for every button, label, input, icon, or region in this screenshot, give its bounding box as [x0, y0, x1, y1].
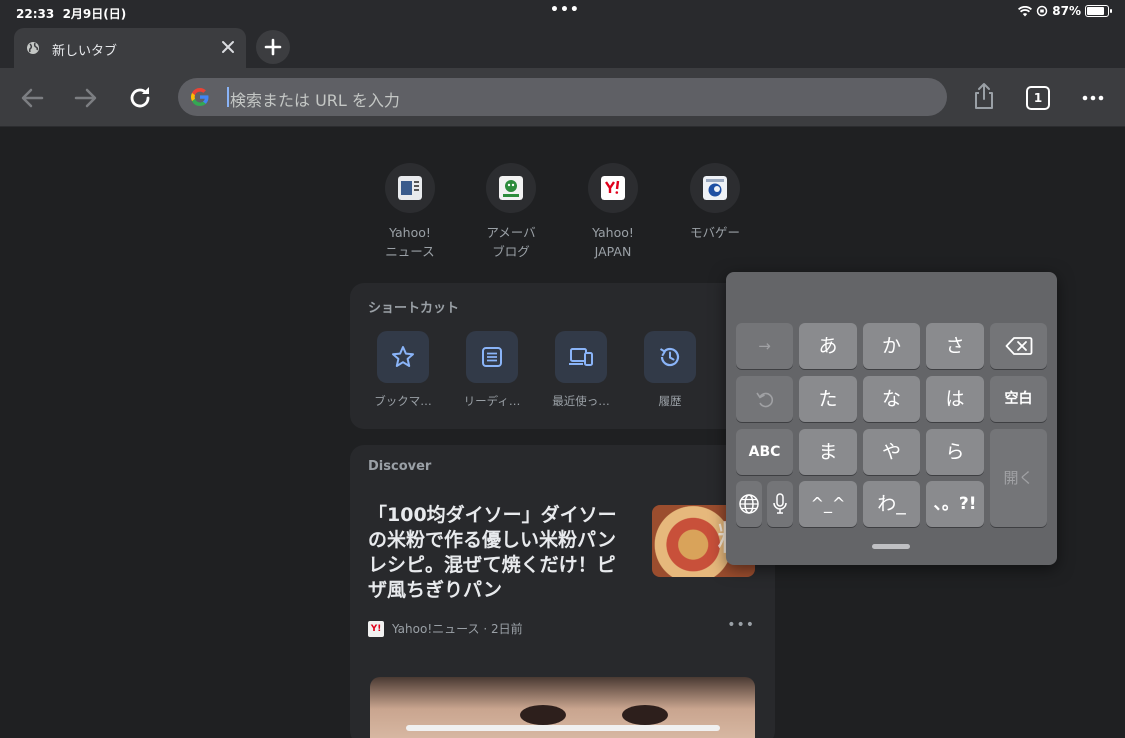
floating-keyboard: → あ か さ た な は 空白 ABC ま や ら 開く ^_^ わ_ 、。?… — [726, 272, 1057, 565]
forward-arrow-icon[interactable] — [71, 83, 101, 113]
reload-icon[interactable] — [125, 83, 155, 113]
key-space[interactable]: 空白 — [990, 376, 1047, 422]
tile-icon-circle — [486, 163, 536, 213]
ameba-icon — [499, 176, 523, 200]
more-menu-icon[interactable] — [1078, 83, 1108, 113]
new-tab-button[interactable] — [256, 30, 290, 64]
key-undo[interactable] — [736, 376, 793, 422]
reading-list-icon — [482, 347, 502, 367]
shortcut-icon-bg — [466, 331, 518, 383]
undo-icon — [755, 392, 773, 408]
shortcut-history[interactable]: 履歴 — [626, 331, 714, 409]
tile-label: Yahoo! ニュース — [385, 225, 435, 259]
status-time: 22:33 2月9日(日) — [16, 7, 127, 21]
photo-detail — [622, 705, 668, 725]
key-backspace[interactable] — [990, 323, 1047, 369]
google-g-icon — [191, 88, 209, 106]
key-globe[interactable] — [736, 481, 762, 527]
tile-icon-circle — [385, 163, 435, 213]
key-punctuation[interactable]: 、。?! — [926, 481, 984, 527]
yahoo-source-icon: Y! — [368, 620, 384, 637]
globe-icon — [739, 494, 759, 514]
back-arrow-icon[interactable] — [17, 83, 47, 113]
key-kaomoji[interactable]: ^_^ — [799, 481, 857, 527]
shortcut-label: 履歴 — [658, 394, 682, 408]
shortcut-reading-list[interactable]: リーディ… — [448, 331, 536, 409]
battery-icon — [1085, 5, 1112, 17]
tile-label: モバゲー — [689, 225, 740, 240]
shortcuts-title: ショートカット — [368, 301, 460, 316]
article-headline[interactable]: 「100均ダイソー」ダイソーの米粉で作る優しい米粉パンレシピ。混ぜて焼くだけ！ピ… — [368, 503, 630, 603]
key-wa[interactable]: わ_ — [863, 481, 920, 527]
tile-yahoo-japan[interactable]: Yahoo! JAPAN — [563, 163, 663, 261]
key-ya[interactable]: や — [863, 429, 920, 475]
tab-strip: 新しいタブ — [0, 24, 1125, 68]
toolbar: 検索または URL を入力 1 — [0, 68, 1125, 127]
home-indicator[interactable] — [406, 725, 720, 731]
yahoo-japan-icon — [601, 176, 625, 200]
star-icon — [392, 346, 414, 367]
mobage-icon — [703, 176, 727, 200]
tab-title: 新しいタブ — [52, 44, 118, 59]
globe-icon — [27, 42, 39, 54]
tile-ameba-blog[interactable]: アメーバ ブログ — [461, 163, 561, 261]
photo-detail — [520, 705, 566, 725]
omnibox[interactable]: 検索または URL を入力 — [178, 78, 947, 116]
article-source: Y! Yahoo!ニュース · 2日前 — [368, 620, 523, 637]
text-caret — [227, 87, 229, 107]
backspace-icon — [1005, 337, 1032, 355]
close-icon[interactable] — [218, 37, 238, 57]
key-ha[interactable]: は — [926, 376, 984, 422]
share-icon[interactable] — [969, 81, 999, 111]
key-abc[interactable]: ABC — [736, 429, 793, 475]
status-right: 87% — [1018, 4, 1112, 18]
shortcut-label: 最近使っ… — [552, 394, 610, 408]
orientation-lock-icon — [1037, 5, 1048, 17]
shortcut-icon-bg — [555, 331, 607, 383]
tile-label: アメーバ ブログ — [486, 225, 536, 259]
shortcut-bookmarks[interactable]: ブックマ… — [359, 331, 447, 409]
wifi-icon — [1018, 5, 1033, 16]
key-ta[interactable]: た — [799, 376, 857, 422]
tile-icon-circle — [690, 163, 740, 213]
yahoo-news-icon — [398, 176, 422, 200]
shortcut-icon-bg — [644, 331, 696, 383]
key-dictation[interactable] — [767, 481, 793, 527]
devices-icon — [569, 348, 593, 366]
multitasking-dots[interactable]: ••• — [550, 2, 580, 18]
source-text: Yahoo!ニュース · 2日前 — [392, 622, 523, 636]
key-ka[interactable]: か — [863, 323, 920, 369]
plus-icon — [264, 38, 282, 56]
key-ra[interactable]: ら — [926, 429, 984, 475]
key-a[interactable]: あ — [799, 323, 857, 369]
key-next[interactable]: → — [736, 323, 793, 369]
article-more-button[interactable]: ••• — [727, 617, 755, 633]
tab-switcher-button[interactable]: 1 — [1026, 86, 1050, 110]
omnibox-placeholder: 検索または URL を入力 — [230, 91, 400, 110]
microphone-icon — [773, 493, 787, 514]
shortcut-icon-bg — [377, 331, 429, 383]
key-ma[interactable]: ま — [799, 429, 857, 475]
key-sa[interactable]: さ — [926, 323, 984, 369]
shortcut-label: ブックマ… — [374, 394, 432, 408]
history-icon — [659, 347, 680, 367]
battery-fill — [1087, 7, 1105, 15]
key-na[interactable]: な — [863, 376, 920, 422]
battery-percent: 87% — [1052, 4, 1081, 18]
key-open[interactable]: 開く — [990, 429, 1047, 527]
tab-new-tab[interactable]: 新しいタブ — [14, 28, 246, 68]
discover-feed: Discover 「100均ダイソー」ダイソーの米粉で作る優しい米粉パンレシピ。… — [350, 445, 775, 738]
tile-mobage[interactable]: モバゲー — [665, 163, 765, 242]
shortcut-recent-tabs[interactable]: 最近使っ… — [537, 331, 625, 409]
status-bar: 22:33 2月9日(日) ••• 87% — [0, 0, 1125, 24]
tile-icon-circle — [588, 163, 638, 213]
shortcut-label: リーディ… — [463, 394, 521, 408]
tile-yahoo-news[interactable]: Yahoo! ニュース — [360, 163, 460, 261]
keyboard-drag-handle[interactable] — [872, 544, 910, 549]
shortcuts-card: ショートカット ブックマ… リーディ… 最近使っ… 履歴 — [350, 283, 775, 429]
tile-label: Yahoo! JAPAN — [592, 225, 634, 259]
discover-title: Discover — [368, 459, 432, 474]
